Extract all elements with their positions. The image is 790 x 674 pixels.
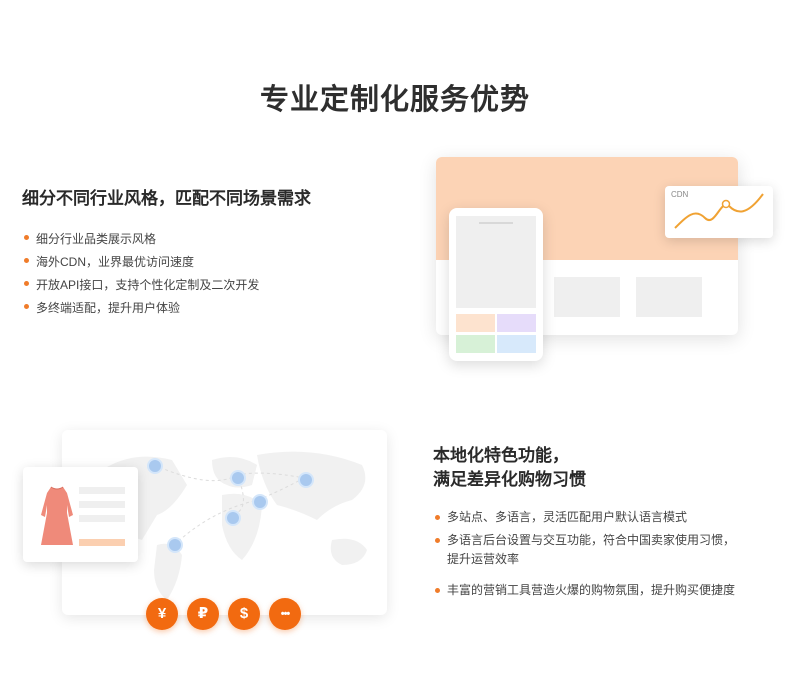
mobile-tile: [456, 314, 495, 332]
section2-heading: 本地化特色功能， 满足差异化购物习惯: [433, 444, 586, 492]
location-pin-icon: [225, 510, 241, 526]
dollar-currency-icon[interactable]: $: [228, 598, 260, 630]
product-card: [23, 467, 138, 562]
location-pin-icon: [147, 458, 163, 474]
section2-feature-list: 多站点、多语言，灵活匹配用户默认语言模式 多语言后台设置与交互功能，符合中国卖家…: [433, 508, 743, 600]
location-pin-icon: [167, 537, 183, 553]
mobile-mockup: [449, 208, 543, 361]
cdn-speed-card: CDN: [665, 186, 773, 238]
mockup-block: [636, 277, 702, 317]
mobile-tile: [497, 314, 536, 332]
product-text-line: [79, 501, 125, 508]
location-pin-icon: [252, 494, 268, 510]
list-item: 多站点、多语言，灵活匹配用户默认语言模式: [433, 508, 743, 527]
more-options-icon[interactable]: •••: [269, 598, 301, 630]
list-item: 海外CDN，业界最优访问速度: [22, 251, 259, 274]
mobile-tile: [497, 335, 536, 353]
product-price-bar: [79, 539, 125, 546]
product-text-line: [79, 487, 125, 494]
dress-product-icon: [41, 486, 73, 545]
location-pin-icon: [230, 470, 246, 486]
location-pin-icon: [298, 472, 314, 488]
list-item: 丰富的营销工具营造火爆的购物氛围，提升购买便捷度: [433, 581, 743, 600]
section1-heading: 细分不同行业风格，匹配不同场景需求: [22, 189, 311, 208]
mobile-tile: [456, 335, 495, 353]
yuan-currency-icon[interactable]: ¥: [146, 598, 178, 630]
page-title: 专业定制化服务优势: [259, 84, 530, 116]
list-item: 多终端适配，提升用户体验: [22, 297, 259, 320]
product-text-line: [79, 515, 125, 522]
ruble-currency-icon[interactable]: ₽: [187, 598, 219, 630]
list-item: 细分行业品类展示风格: [22, 228, 259, 251]
cdn-speed-graph: [674, 193, 764, 229]
mockup-block: [554, 277, 620, 317]
mobile-screen: [456, 216, 536, 308]
section2-heading-line1: 本地化特色功能，: [433, 446, 569, 465]
mobile-speaker: [479, 222, 513, 224]
list-item: 多语言后台设置与交互功能，符合中国卖家使用习惯，提升运营效率: [433, 531, 743, 569]
list-item: 开放API接口，支持个性化定制及二次开发: [22, 274, 259, 297]
section1-feature-list: 细分行业品类展示风格 海外CDN，业界最优访问速度 开放API接口，支持个性化定…: [22, 228, 259, 320]
section2-heading-line2: 满足差异化购物习惯: [433, 470, 586, 489]
